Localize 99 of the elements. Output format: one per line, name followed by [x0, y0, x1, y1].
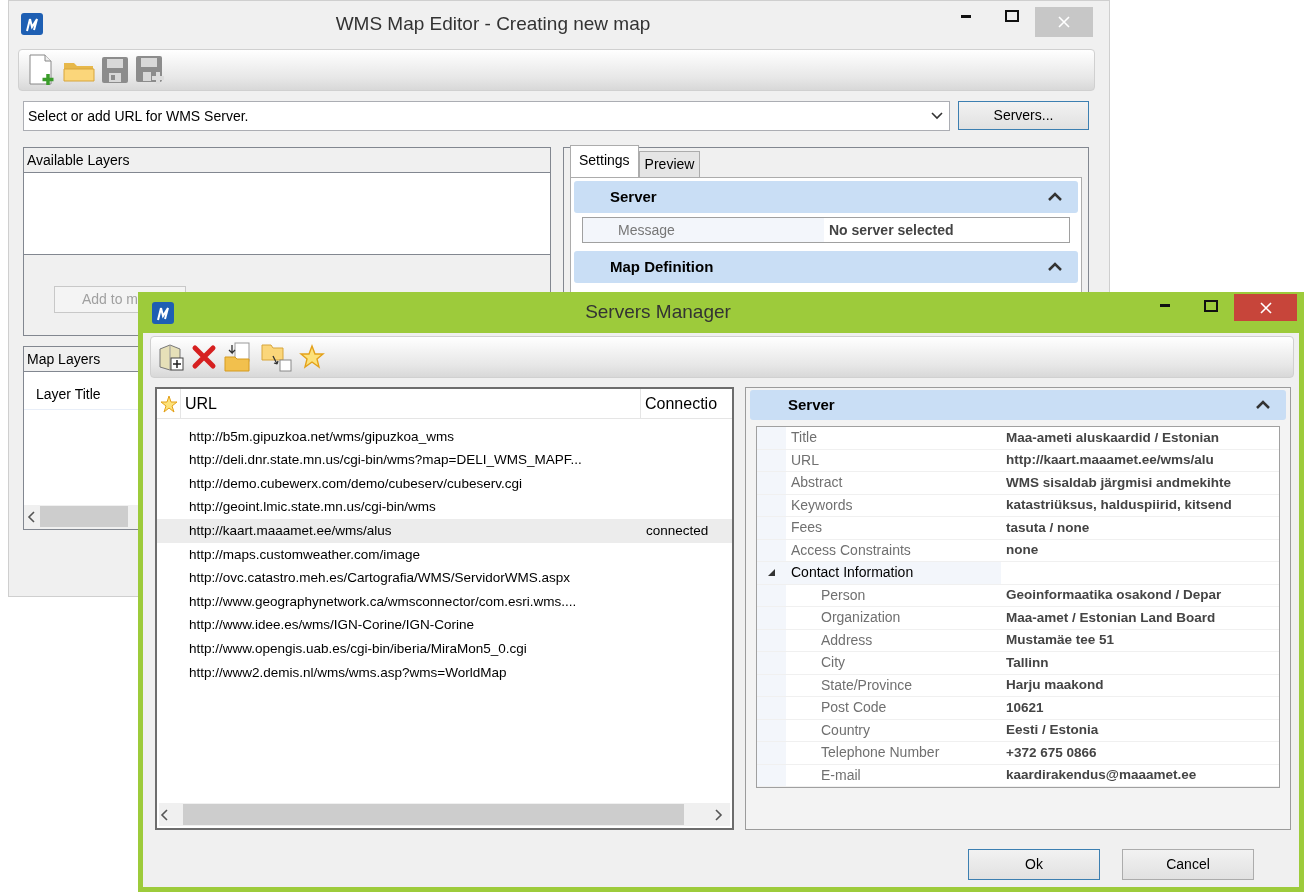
property-label: Address	[820, 630, 874, 650]
collapse-chevron-icon[interactable]	[1048, 262, 1062, 272]
property-label: Abstract	[790, 473, 844, 493]
property-value: none	[1005, 541, 1040, 560]
new-file-icon[interactable]	[27, 54, 57, 86]
tab[interactable]: Preview	[638, 151, 701, 177]
property-value: Maa-ameti aluskaardid / Estonian	[1005, 428, 1221, 447]
property-label: Telephone Number	[820, 743, 941, 763]
scroll-left-icon	[159, 808, 169, 821]
close-icon	[1058, 16, 1070, 28]
property-label: Title	[790, 428, 818, 448]
column-header[interactable]: Connectio	[641, 391, 718, 416]
server-url: http://www.geographynetwork.ca/wmsconnector/com.esri.wms....	[188, 592, 578, 611]
property-label: City	[820, 653, 847, 673]
property-label: URL	[790, 450, 820, 470]
server-url: http://www2.demis.nl/wms/wms.asp?wms=WorldMap	[188, 663, 508, 682]
url-combo-text: Select or add URL for WMS Server.	[28, 106, 249, 126]
url-dropdown[interactable]: Select or add URL for WMS Server.	[23, 101, 950, 131]
connection-status: connected	[645, 522, 709, 541]
section-header[interactable]: Map Definition	[574, 251, 1078, 283]
server-row[interactable]: http://www2.demis.nl/wms/wms.asp?wms=WorldMap	[157, 660, 732, 685]
server-url: http://www.idee.es/wms/IGN-Corine/IGN-Corine	[188, 616, 476, 635]
export-icon[interactable]	[261, 342, 293, 372]
section-title: Server	[788, 394, 835, 415]
property-label: Keywords	[790, 495, 854, 515]
property-label: Access Constraints	[790, 540, 912, 560]
tab[interactable]: Settings	[570, 145, 639, 177]
cancel-button[interactable]: Cancel	[1122, 849, 1254, 880]
servers-button[interactable]: Servers...	[958, 101, 1089, 130]
property-label: Organization	[820, 608, 902, 628]
window-title: WMS Map Editor - Creating new map	[334, 11, 652, 36]
dialog-title: Servers Manager	[584, 300, 732, 325]
group-label[interactable]: Contact Information	[786, 562, 1001, 584]
property-label: Country	[820, 720, 872, 740]
star-icon	[159, 394, 178, 413]
section-title: Server	[610, 186, 657, 207]
close-icon	[1259, 301, 1272, 314]
server-row[interactable]: http://demo.cubewerx.com/demo/cubeserv/cubeserv.cgi	[157, 472, 732, 496]
property-value: Mustamäe tee 51	[1005, 631, 1116, 650]
server-row[interactable]: http://geoint.lmic.state.mn.us/cgi-bin/wms	[157, 495, 732, 520]
server-row[interactable]: http://www.idee.es/wms/IGN-Corine/IGN-Corine	[157, 613, 732, 638]
property-value: Harju maakond	[1005, 676, 1105, 695]
property-value: WMS sisaldab järgmisi andmekihte	[1005, 473, 1233, 492]
server-url: http://geoint.lmic.state.mn.us/cgi-bin/wms	[188, 498, 437, 517]
property-label: State/Province	[820, 675, 914, 695]
section-title: Map Definition	[610, 256, 714, 277]
server-row[interactable]: http://www.opengis.uab.es/cgi-bin/iberia/MiraMon5_0.cgi	[157, 637, 732, 661]
property-label: E-mail	[820, 765, 862, 785]
server-row[interactable]: http://www.geographynetwork.ca/wmsconnector/com.esri.wms....	[157, 590, 732, 614]
section-header[interactable]: Server	[574, 181, 1078, 213]
delete-icon[interactable]	[191, 344, 217, 370]
expanded-triangle-icon[interactable]	[767, 568, 776, 578]
scroll-right-icon	[714, 808, 724, 821]
property-value: tasuta / none	[1005, 518, 1091, 537]
server-row[interactable]: http://kaart.maaamet.ee/wms/alus connected	[157, 519, 732, 543]
server-row[interactable]: http://deli.dnr.state.mn.us/cgi-bin/wms?map=DELI_WMS_MAPF...	[157, 448, 732, 473]
property-value: No server selected	[828, 220, 954, 240]
property-label: Fees	[790, 518, 824, 538]
server-url: http://maps.customweather.com/image	[188, 545, 422, 564]
property-value: Maa-amet / Estonian Land Board	[1005, 608, 1217, 627]
property-label: Person	[820, 585, 867, 605]
server-url: http://www.opengis.uab.es/cgi-bin/iberia/MiraMon5_0.cgi	[188, 640, 528, 658]
property-value: 10621	[1005, 698, 1045, 717]
property-value: +372 675 0866	[1005, 743, 1098, 762]
app-logo-icon	[21, 13, 43, 35]
server-row[interactable]: http://b5m.gipuzkoa.net/wms/gipuzkoa_wms	[157, 425, 732, 449]
minimize-icon	[1160, 304, 1170, 307]
property-value: Tallinn	[1005, 653, 1050, 672]
property-value: http://kaart.maaamet.ee/wms/alu	[1005, 451, 1215, 470]
server-url: http://kaart.maaamet.ee/wms/alus	[188, 522, 393, 541]
star-icon[interactable]	[299, 344, 325, 370]
server-url: http://demo.cubewerx.com/demo/cubeserv/cubeserv.cgi	[188, 474, 523, 493]
scrollbar-thumb[interactable]	[40, 506, 128, 527]
collapse-chevron-icon[interactable]	[1048, 192, 1062, 202]
save-as-icon[interactable]	[135, 55, 165, 85]
maximize-icon	[1204, 299, 1218, 312]
server-url: http://ovc.catastro.meh.es/Cartografia/WMS/ServidorWMS.aspx	[188, 569, 572, 588]
minimize-icon	[961, 14, 971, 18]
dropdown-caret-icon	[931, 112, 943, 120]
server-url: http://deli.dnr.state.mn.us/cgi-bin/wms?map=DELI_WMS_MAPF...	[188, 451, 583, 470]
property-label: Message	[583, 218, 824, 242]
save-icon[interactable]	[101, 56, 129, 84]
maximize-icon	[1005, 10, 1019, 22]
property-label: Post Code	[820, 698, 888, 718]
scrollbar-thumb[interactable]	[183, 804, 684, 825]
server-url: http://b5m.gipuzkoa.net/wms/gipuzkoa_wms	[188, 427, 455, 446]
add-server-icon[interactable]	[157, 343, 185, 371]
ok-button[interactable]: Ok	[968, 849, 1100, 880]
property-value: Eesti / Estonia	[1005, 721, 1100, 740]
collapse-chevron-icon[interactable]	[1256, 400, 1270, 410]
app-logo-icon	[152, 301, 174, 324]
server-row[interactable]: http://ovc.catastro.meh.es/Cartografia/WMS/ServidorWMS.aspx	[157, 566, 732, 591]
property-value: Geoinformaatika osakond / Depar	[1005, 586, 1223, 605]
section-header[interactable]: Server	[750, 390, 1286, 420]
property-value: katastriüksus, halduspiirid, kitsend	[1005, 496, 1233, 515]
server-row[interactable]: http://maps.customweather.com/image	[157, 542, 732, 567]
column-header[interactable]: URL	[181, 389, 641, 418]
property-value: kaardirakendus@maaamet.ee	[1005, 766, 1198, 785]
scroll-left-icon	[26, 510, 36, 523]
